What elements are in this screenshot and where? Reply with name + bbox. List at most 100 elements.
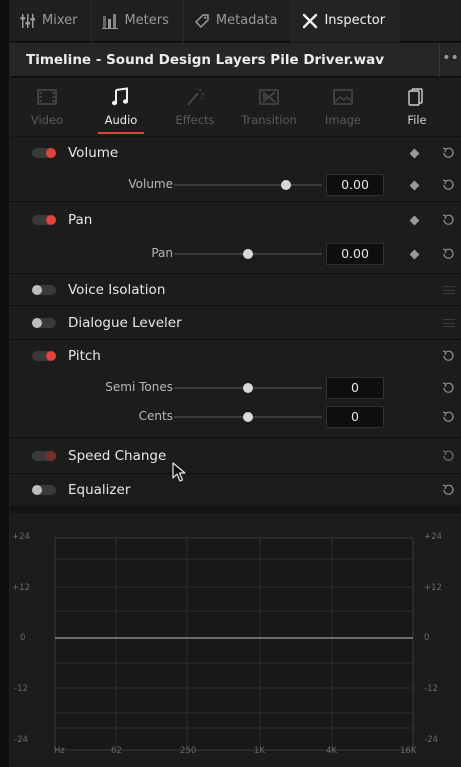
tab-video[interactable]: Video — [10, 78, 84, 136]
semi-tones-value-field[interactable]: 0 — [326, 377, 384, 399]
meters-label: Meters — [124, 13, 169, 28]
speed-change-title: Speed Change — [68, 448, 167, 464]
eq-right-y-label: -12 — [424, 684, 438, 694]
equalizer-section: Equalizer — [10, 474, 461, 506]
inspector-tabs: Video Audio Effects Transition Image Fil… — [10, 78, 461, 136]
volume-slider-thumb[interactable] — [281, 180, 292, 190]
volume-keyframe-button[interactable] — [409, 148, 420, 159]
eq-left-y-label: +12 — [12, 583, 30, 593]
drag-handle-icon[interactable] — [443, 319, 455, 327]
pan-value-keyframe-button[interactable] — [409, 249, 420, 260]
semi-tones-label: Semi Tones — [105, 380, 173, 394]
voice-isolation-title: Voice Isolation — [68, 282, 166, 298]
inspector-label: Inspector — [324, 13, 386, 28]
speed-change-header[interactable]: Speed Change — [10, 438, 461, 474]
eq-x-label: 62 — [111, 746, 122, 756]
volume-slider[interactable] — [174, 180, 322, 190]
pitch-toggle[interactable] — [32, 351, 56, 361]
inspector-button[interactable]: Inspector — [292, 0, 400, 42]
voice-isolation-section: Voice Isolation — [10, 274, 461, 306]
eq-left-y-label: -24 — [14, 735, 28, 745]
tab-image[interactable]: Image — [306, 78, 380, 136]
dialogue-leveler-title: Dialogue Leveler — [68, 315, 182, 331]
pan-toggle[interactable] — [32, 215, 56, 225]
semi-tones-slider[interactable] — [174, 383, 322, 393]
eq-x-label: 250 — [180, 746, 197, 756]
volume-row: Volume 0.00 — [10, 169, 461, 201]
volume-title: Volume — [68, 145, 119, 161]
pitch-title: Pitch — [68, 348, 101, 364]
voice-isolation-toggle[interactable] — [32, 285, 56, 295]
tab-audio[interactable]: Audio — [84, 78, 158, 136]
tab-file[interactable]: File — [380, 78, 454, 136]
pan-title: Pan — [68, 212, 93, 228]
pan-row: Pan 0.00 — [10, 238, 461, 270]
pan-keyframe-button[interactable] — [409, 215, 420, 226]
metadata-button[interactable]: Metadata — [184, 0, 293, 42]
equalizer-title: Equalizer — [68, 482, 131, 498]
toggle-knob — [46, 451, 56, 461]
pan-value-field[interactable]: 0.00 — [326, 243, 384, 265]
equalizer-header[interactable]: Equalizer — [10, 474, 461, 506]
inspector-window: Mixer Meters Metadata Inspector Timeline… — [0, 0, 461, 767]
reset-icon[interactable] — [441, 213, 455, 227]
equalizer-toggle[interactable] — [32, 485, 56, 495]
eq-right-y-label: 0 — [424, 633, 430, 643]
reset-icon[interactable] — [441, 483, 455, 497]
volume-toggle[interactable] — [32, 148, 56, 158]
tab-transition[interactable]: Transition — [232, 78, 306, 136]
eq-x-label: 1K — [254, 746, 265, 756]
tab-effects[interactable]: Effects — [158, 78, 232, 136]
reset-icon[interactable] — [441, 146, 455, 160]
cents-slider[interactable] — [174, 412, 322, 422]
tab-transition-label: Transition — [241, 113, 297, 127]
meters-icon — [102, 13, 119, 29]
toggle-knob — [46, 351, 56, 361]
dialogue-leveler-toggle[interactable] — [32, 318, 56, 328]
pan-section: Pan Pan 0.00 — [10, 202, 461, 274]
mixer-label: Mixer — [42, 13, 78, 28]
reset-icon[interactable] — [441, 381, 455, 395]
equalizer-grid — [54, 537, 414, 751]
eq-left-y-label: -12 — [14, 684, 28, 694]
reset-icon[interactable] — [441, 349, 455, 363]
pan-slider-thumb[interactable] — [243, 249, 253, 259]
cents-slider-thumb[interactable] — [243, 412, 253, 422]
speed-change-toggle[interactable] — [32, 451, 56, 461]
dialogue-leveler-header[interactable]: Dialogue Leveler — [10, 306, 461, 340]
reset-icon[interactable] — [441, 178, 455, 192]
volume-param-label: Volume — [128, 177, 173, 191]
more-options-button[interactable]: •• — [439, 42, 461, 77]
dialogue-leveler-section: Dialogue Leveler — [10, 306, 461, 340]
video-icon — [37, 89, 57, 105]
mouse-cursor-icon — [172, 462, 186, 482]
voice-isolation-header[interactable]: Voice Isolation — [10, 274, 461, 306]
reset-icon[interactable] — [441, 247, 455, 261]
eq-x-label: Hz — [54, 746, 65, 756]
reset-icon[interactable] — [441, 410, 455, 424]
pan-slider[interactable] — [174, 249, 322, 259]
volume-value-field[interactable]: 0.00 — [326, 174, 384, 196]
metadata-icon — [194, 13, 209, 28]
file-icon — [408, 88, 423, 106]
eq-left-y-label: +24 — [12, 532, 30, 542]
reset-icon[interactable] — [441, 449, 455, 463]
drag-handle-icon[interactable] — [443, 286, 455, 294]
effects-wand-icon — [187, 88, 204, 106]
cents-label: Cents — [138, 409, 173, 423]
pitch-header[interactable]: Pitch — [10, 340, 461, 372]
eq-right-y-label: +24 — [424, 532, 442, 542]
speed-change-section: Speed Change — [10, 438, 461, 474]
equalizer-graph[interactable]: +24 +12 0 -12 -24 +24 +12 0 -12 -24 Hz 6… — [10, 513, 461, 767]
pan-header[interactable]: Pan — [10, 202, 461, 238]
tab-effects-label: Effects — [175, 113, 215, 127]
cents-value-field[interactable]: 0 — [326, 406, 384, 428]
mixer-button[interactable]: Mixer — [10, 0, 93, 42]
volume-header[interactable]: Volume — [10, 137, 461, 169]
eq-left-y-label: 0 — [20, 633, 26, 643]
toggle-knob — [46, 215, 56, 225]
meters-button[interactable]: Meters — [92, 0, 184, 42]
metadata-label: Metadata — [215, 13, 278, 28]
volume-value-keyframe-button[interactable] — [409, 180, 420, 191]
semi-tones-slider-thumb[interactable] — [243, 383, 253, 393]
